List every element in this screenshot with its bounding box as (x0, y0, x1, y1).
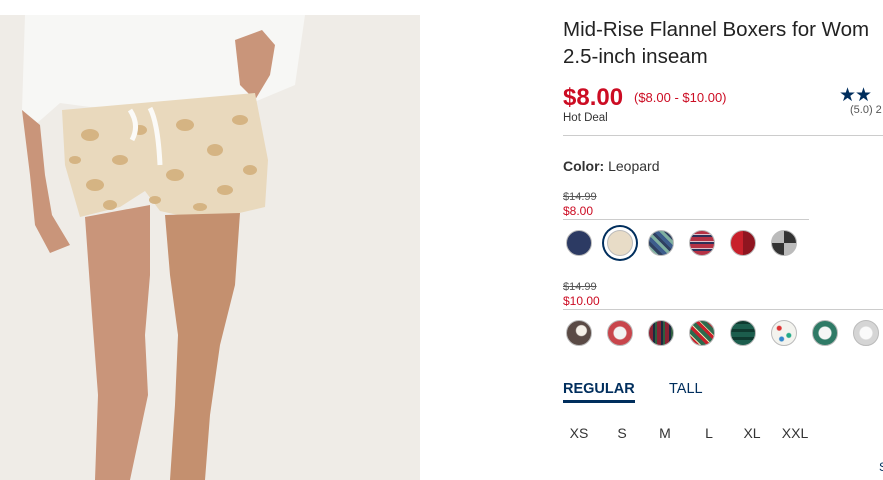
color-value: Leopard (608, 158, 660, 174)
size-s[interactable]: S (602, 425, 642, 441)
size-xs[interactable]: XS (559, 425, 599, 441)
tab-regular[interactable]: REGULAR (563, 381, 635, 403)
hot-deal-label: Hot Deal (563, 112, 608, 124)
product-title-line2: 2.5-inch inseam (563, 45, 708, 68)
product-info-panel: Mid-Rise Flannel Boxers for Wom 2.5-inch… (563, 0, 883, 480)
product-image[interactable] (0, 15, 420, 480)
swatch-holiday-dots[interactable] (771, 320, 797, 346)
product-title: Mid-Rise Flannel Boxers for Wom 2.5-inch… (563, 16, 883, 70)
sale-price: $10.00 (563, 294, 600, 308)
swatch-group (566, 320, 883, 346)
swatch-blue-plaid[interactable] (648, 230, 674, 256)
sale-price: $8.00 (563, 204, 594, 218)
size-guide-link[interactable]: S (879, 460, 883, 474)
swatch-polar-bear[interactable] (853, 320, 879, 346)
swatch-navy-print[interactable] (566, 230, 592, 256)
product-title-line1: Mid-Rise Flannel Boxers for Wom (563, 18, 870, 41)
swatch-gray-black-check[interactable] (771, 230, 797, 256)
divider (563, 309, 883, 310)
product-photo-illustration (0, 15, 420, 480)
divider (563, 135, 883, 136)
swatch-leopard[interactable] (607, 230, 633, 256)
original-price: $14.99 (563, 281, 597, 293)
swatch-green-plaid[interactable] (730, 320, 756, 346)
swatch-green-red-tartan[interactable] (689, 320, 715, 346)
swatch-group (566, 230, 812, 256)
swatch-dog-print[interactable] (566, 320, 592, 346)
swatch-teal-sheep[interactable] (812, 320, 838, 346)
size-m[interactable]: M (645, 425, 685, 441)
swatch-red-buffalo-check[interactable] (730, 230, 756, 256)
rating-summary[interactable]: (5.0) 2 (850, 104, 882, 116)
size-l[interactable]: L (689, 425, 729, 441)
swatch-santa-print[interactable] (607, 320, 633, 346)
size-xl[interactable]: XL (732, 425, 772, 441)
size-xxl[interactable]: XXL (775, 425, 815, 441)
original-price: $14.99 (563, 191, 597, 203)
current-price: $8.00 (563, 84, 624, 111)
divider (563, 219, 809, 220)
price-range: ($8.00 - $10.00) (634, 90, 727, 105)
swatch-red-tartan[interactable] (648, 320, 674, 346)
tab-tall[interactable]: TALL (669, 381, 703, 397)
color-label: Color: (563, 158, 605, 174)
swatch-red-navy-plaid[interactable] (689, 230, 715, 256)
color-selection-label: Color: Leopard (563, 158, 660, 174)
